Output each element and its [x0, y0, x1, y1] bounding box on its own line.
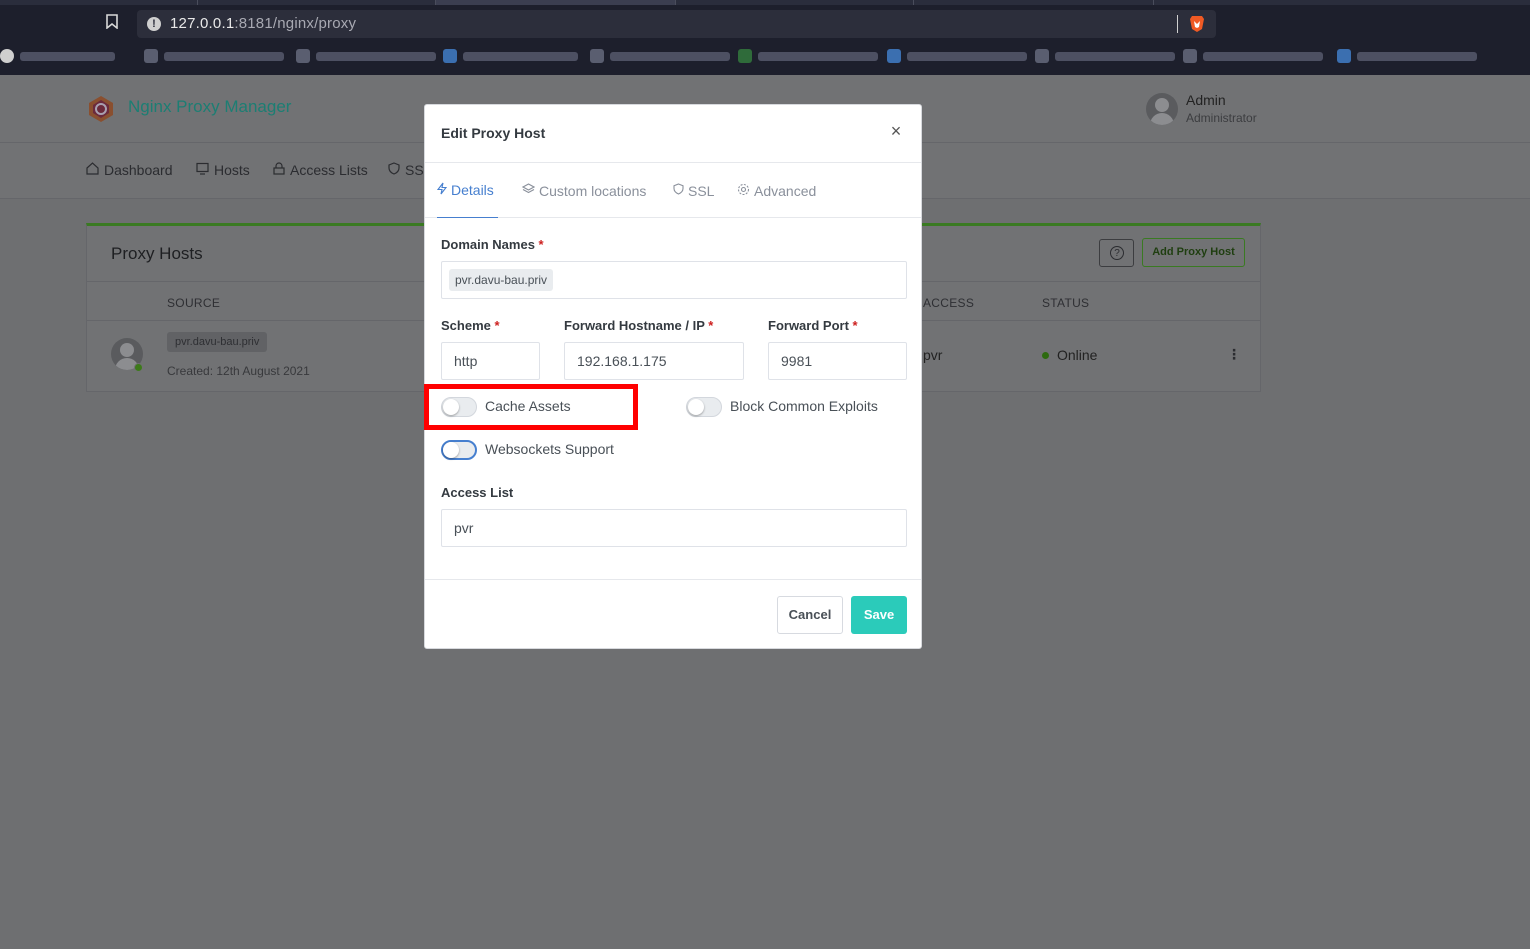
address-bar[interactable]: ! 127.0.0.1:8181/nginx/proxy [137, 10, 1216, 38]
info-icon[interactable]: ! [147, 17, 161, 31]
online-dot [134, 363, 143, 372]
user-avatar[interactable] [1146, 93, 1178, 125]
gear-icon [737, 183, 750, 199]
divider [1177, 15, 1178, 33]
column-status: STATUS [1042, 296, 1090, 310]
scheme-input[interactable]: http [441, 342, 540, 380]
domain-names-label: Domain Names * [441, 237, 544, 252]
modal-header: Edit Proxy Host × [425, 105, 921, 163]
user-name[interactable]: Admin [1186, 92, 1226, 108]
card-title: Proxy Hosts [111, 244, 203, 263]
bookmark-item[interactable] [590, 47, 730, 65]
bookmark-item[interactable] [1337, 47, 1477, 65]
app-title[interactable]: Nginx Proxy Manager [128, 97, 291, 117]
shield-icon [673, 183, 684, 198]
forward-host-input[interactable]: 192.168.1.175 [564, 342, 744, 380]
forward-host-label: Forward Hostname / IP * [564, 318, 714, 333]
tab-strip [0, 0, 1530, 5]
modal-tabs: Details Custom locations SSL Advanced [425, 163, 921, 218]
domain-names-input[interactable]: pvr.davu-bau.priv [441, 261, 907, 299]
nav-access-lists[interactable]: Access Lists [273, 162, 368, 178]
tab-details[interactable]: Details [436, 163, 498, 218]
brave-shield-icon[interactable] [1189, 15, 1205, 33]
cancel-button[interactable]: Cancel [777, 596, 843, 634]
help-button[interactable]: ? [1099, 239, 1134, 267]
domain-chip[interactable]: pvr.davu-bau.priv [449, 269, 554, 291]
bookmark-item[interactable] [443, 47, 578, 65]
tab-details-label: Details [451, 182, 494, 198]
bookmarks-bar [0, 43, 1530, 69]
nav-hosts[interactable]: Hosts [196, 162, 250, 178]
bolt-icon [436, 182, 448, 198]
home-icon [86, 162, 99, 178]
nav-dashboard[interactable]: Dashboard [86, 162, 173, 178]
websockets-label[interactable]: Websockets Support [485, 441, 614, 457]
row-menu-icon[interactable]: ⋮ [1227, 346, 1241, 363]
url-text[interactable]: 127.0.0.1:8181/nginx/proxy [170, 15, 356, 32]
nav-access-lists-label: Access Lists [290, 162, 368, 178]
websockets-toggle[interactable] [441, 440, 477, 460]
lock-icon [273, 162, 285, 178]
source-tag[interactable]: pvr.davu-bau.priv [167, 332, 268, 352]
modal-title: Edit Proxy Host [441, 125, 546, 141]
created-date: Created: 12th August 2021 [167, 364, 310, 378]
nav-hosts-label: Hosts [214, 162, 250, 178]
forward-port-label: Forward Port * [768, 318, 858, 333]
tab-ssl[interactable]: SSL [673, 163, 714, 218]
modal-footer: Cancel Save [425, 579, 921, 649]
tab-advanced[interactable]: Advanced [737, 163, 816, 218]
save-button[interactable]: Save [851, 596, 907, 634]
scheme-label: Scheme * [441, 318, 500, 333]
access-value: pvr [923, 347, 943, 363]
bookmark-item[interactable] [296, 47, 436, 65]
column-access: ACCESS [923, 296, 975, 310]
column-source: SOURCE [167, 296, 221, 310]
bookmark-item[interactable] [887, 47, 1027, 65]
access-list-label: Access List [441, 485, 514, 500]
status-dot [1042, 352, 1049, 359]
browser-chrome: ! 127.0.0.1:8181/nginx/proxy [0, 0, 1530, 75]
user-role: Administrator [1186, 111, 1257, 125]
bookmark-item[interactable] [144, 47, 284, 65]
status-text: Online [1057, 347, 1098, 363]
forward-port-input[interactable]: 9981 [768, 342, 907, 380]
npm-logo-icon [87, 95, 115, 123]
tab-ssl-label: SSL [688, 182, 715, 199]
bookmark-item[interactable] [0, 47, 115, 65]
tab-custom-locations[interactable]: Custom locations [521, 163, 647, 218]
bookmark-item[interactable] [1183, 47, 1323, 65]
highlight-box [424, 384, 638, 430]
layers-icon [521, 183, 536, 198]
nav-dashboard-label: Dashboard [104, 162, 173, 178]
shield-icon [388, 162, 400, 178]
add-proxy-host-button[interactable]: Add Proxy Host [1142, 238, 1245, 267]
bookmark-item[interactable] [738, 47, 878, 65]
tab-advanced-label: Advanced [754, 182, 817, 199]
edit-proxy-host-modal: Edit Proxy Host × Details Custom locatio… [424, 104, 922, 649]
tab-custom-locations-label: Custom locations [539, 182, 647, 199]
bookmark-icon[interactable] [106, 14, 120, 30]
help-icon: ? [1110, 246, 1124, 260]
monitor-icon [196, 162, 209, 178]
access-list-select[interactable]: pvr [441, 509, 907, 547]
block-exploits-label[interactable]: Block Common Exploits [730, 398, 878, 414]
close-icon[interactable]: × [887, 122, 905, 140]
block-exploits-toggle[interactable] [686, 397, 722, 417]
bookmark-item[interactable] [1035, 47, 1175, 65]
